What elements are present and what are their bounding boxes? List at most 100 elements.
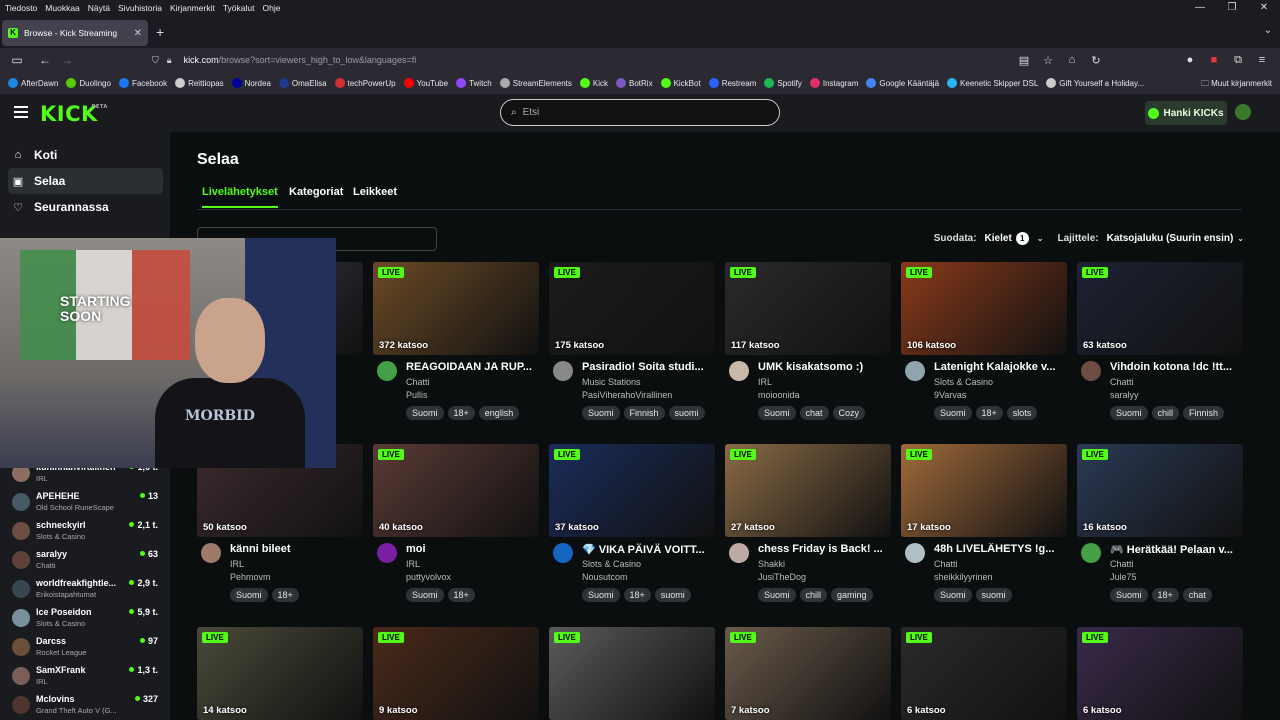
tag-chip[interactable]: 18+ (623, 588, 651, 602)
stream-thumbnail[interactable]: LIVE 175 katsoo (549, 262, 715, 355)
minimize-icon[interactable]: — (1184, 0, 1216, 16)
sidebar-item-browse[interactable]: ▣ Selaa (8, 168, 163, 194)
stream-thumbnail[interactable]: LIVE 14 katsoo (197, 627, 363, 720)
hamburger-menu-icon[interactable] (14, 106, 28, 118)
menu-history[interactable]: Sivuhistoria (115, 3, 165, 13)
bookmark-item[interactable]: Keenetic Skipper DSL (947, 78, 1038, 88)
tag-chip[interactable]: suomi (975, 588, 1012, 602)
tag-chip[interactable]: Suomi (230, 588, 268, 602)
stream-title[interactable]: 💎 VIKA PÄIVÄ VOITT... (582, 543, 710, 556)
stream-title[interactable]: Latenight Kalajokke v... (934, 361, 1062, 373)
address-bar[interactable]: ⛉ 🔒︎ kick.com/browse?sort=viewers_high_t… (152, 50, 1008, 70)
sidebar-channel[interactable]: schneckyirl Slots & Casino 2,1 t. (10, 518, 160, 546)
bookmark-item[interactable]: StreamElements (499, 78, 572, 88)
bookmark-item[interactable]: Google Kääntäjä (866, 78, 939, 88)
tag-chip[interactable]: gaming (831, 588, 873, 602)
tab-categories[interactable]: Kategoriat (289, 186, 343, 206)
stream-card[interactable]: LIVE 17 katsoo 48h LIVELÄHETYS !g... Chatti… (901, 444, 1067, 602)
stream-username[interactable]: puttyvolvox (406, 572, 451, 582)
stream-thumbnail[interactable]: LIVE 17 katsoo (901, 444, 1067, 537)
stream-username[interactable]: Pehmovm (230, 572, 271, 582)
back-icon[interactable]: ← (34, 53, 56, 67)
stream-card[interactable]: LIVE 106 katsoo Latenight Kalajokke v... Sl… (901, 262, 1067, 420)
sidebar-channel[interactable]: Mclovins Grand Theft Auto V (G... 327 (10, 692, 160, 720)
stream-title[interactable]: moi (406, 543, 534, 555)
tag-chip[interactable]: 18+ (975, 406, 1003, 420)
tag-chip[interactable]: chill (1151, 406, 1180, 420)
close-tab-icon[interactable]: ✕ (134, 28, 142, 39)
sidebar-item-home[interactable]: ⌂ Koti (8, 142, 163, 168)
forward-icon[interactable]: → (56, 53, 78, 67)
get-kicks-button[interactable]: Hanki KICKs (1145, 101, 1227, 125)
stream-username[interactable]: Pullis (406, 390, 428, 400)
lock-icon[interactable]: 🔒︎ (167, 55, 172, 66)
tag-chip[interactable]: english (478, 406, 520, 420)
menu-bookmarks[interactable]: Kirjanmerkit (167, 3, 218, 13)
avatar[interactable] (553, 543, 573, 563)
bookmark-item[interactable]: YouTube (403, 78, 448, 88)
browser-tab-active[interactable]: K Browse - Kick Streaming ✕ (2, 20, 148, 46)
sidebar-channel[interactable]: APEHEHE Old School RuneScape 13 (10, 489, 160, 517)
avatar[interactable] (553, 361, 573, 381)
stream-title[interactable]: Vihdoin kotona !dc !tt... (1110, 361, 1238, 373)
tab-livestreams[interactable]: Livelähetykset (202, 186, 278, 208)
tag-chip[interactable]: 18+ (1151, 588, 1179, 602)
language-filter-dropdown[interactable]: Kielet 1 ⌄ (985, 232, 1043, 245)
tag-chip[interactable]: chat (1182, 588, 1212, 602)
bookmark-item[interactable]: Gift Yourself a Holiday... (1046, 78, 1144, 88)
stream-category[interactable]: Chatti (934, 559, 958, 569)
close-window-icon[interactable]: ✕ (1248, 0, 1280, 16)
stream-username[interactable]: 9Varvas (934, 390, 966, 400)
stream-username[interactable]: saralyy (1110, 390, 1139, 400)
stream-title[interactable]: 48h LIVELÄHETYS !g... (934, 543, 1062, 555)
stream-username[interactable]: moioonida (758, 390, 800, 400)
search-input[interactable] (522, 107, 753, 118)
avatar[interactable] (905, 361, 925, 381)
bookmark-item[interactable]: techPowerUp (334, 78, 396, 88)
stream-category[interactable]: Shakki (758, 559, 785, 569)
bookmark-item[interactable]: Reittiopas (175, 78, 224, 88)
tag-chip[interactable]: Suomi (934, 588, 972, 602)
tag-chip[interactable]: 18+ (447, 406, 475, 420)
stream-category[interactable]: IRL (758, 377, 772, 387)
avatar[interactable] (729, 543, 749, 563)
bookmark-star-icon[interactable]: ☆ (1036, 54, 1060, 67)
menu-view[interactable]: Näytä (85, 3, 113, 13)
stream-card[interactable]: LIVE 63 katsoo Vihdoin kotona !dc !tt... Ch… (1077, 262, 1243, 420)
tag-chip[interactable]: Suomi (758, 588, 796, 602)
stream-username[interactable]: Jule75 (1110, 572, 1137, 582)
tag-chip[interactable]: Cozy (832, 406, 866, 420)
tag-chip[interactable]: 18+ (271, 588, 299, 602)
avatar[interactable] (377, 361, 397, 381)
stream-category[interactable]: IRL (230, 559, 244, 569)
kick-logo[interactable]: KICK BETA (40, 102, 107, 126)
stream-title[interactable]: 🎮 Herätkää! Pelaan v... (1110, 543, 1238, 556)
stream-title[interactable]: känni bileet (230, 543, 358, 555)
bookmark-item[interactable]: Duolingo (66, 78, 111, 88)
shield-icon[interactable]: ⛉ (152, 55, 159, 66)
sidebar-channel[interactable]: Ice Poseidon Slots & Casino 5,9 t. (10, 605, 160, 633)
sidebar-channel[interactable]: Darcss Rocket League 97 (10, 634, 160, 662)
bookmark-item[interactable]: AfterDawn (8, 78, 58, 88)
stream-card[interactable]: LIVE 7 katsoo (725, 627, 891, 720)
bookmark-item[interactable]: Facebook (118, 78, 167, 88)
tag-chip[interactable]: Suomi (1110, 406, 1148, 420)
stream-thumbnail[interactable]: LIVE 27 katsoo (725, 444, 891, 537)
avatar[interactable] (1081, 543, 1101, 563)
stream-card[interactable]: LIVE 372 katsoo REAGOIDAAN JA RUP... Chatti… (373, 262, 539, 420)
stream-thumbnail[interactable]: LIVE (549, 627, 715, 720)
menu-edit[interactable]: Muokkaa (42, 3, 83, 13)
stream-title[interactable]: UMK kisakatsomo :) (758, 361, 886, 373)
tag-chip[interactable]: Finnish (623, 406, 665, 420)
menu-icon[interactable]: ≡ (1250, 54, 1274, 66)
menu-file[interactable]: Tiedosto (2, 3, 40, 13)
stream-card[interactable]: LIVE 40 katsoo moi IRL puttyvolvox Suomi 18+ (373, 444, 539, 602)
stream-title[interactable]: chess Friday is Back! ... (758, 543, 886, 555)
avatar[interactable] (1081, 361, 1101, 381)
reader-view-icon[interactable]: ▤ (1012, 54, 1036, 67)
stream-thumbnail[interactable]: LIVE 9 katsoo (373, 627, 539, 720)
stream-category[interactable]: Slots & Casino (582, 559, 641, 569)
user-avatar[interactable] (1235, 104, 1251, 120)
stream-category[interactable]: IRL (406, 559, 420, 569)
stream-username[interactable]: sheikkilyyrinen (934, 572, 993, 582)
